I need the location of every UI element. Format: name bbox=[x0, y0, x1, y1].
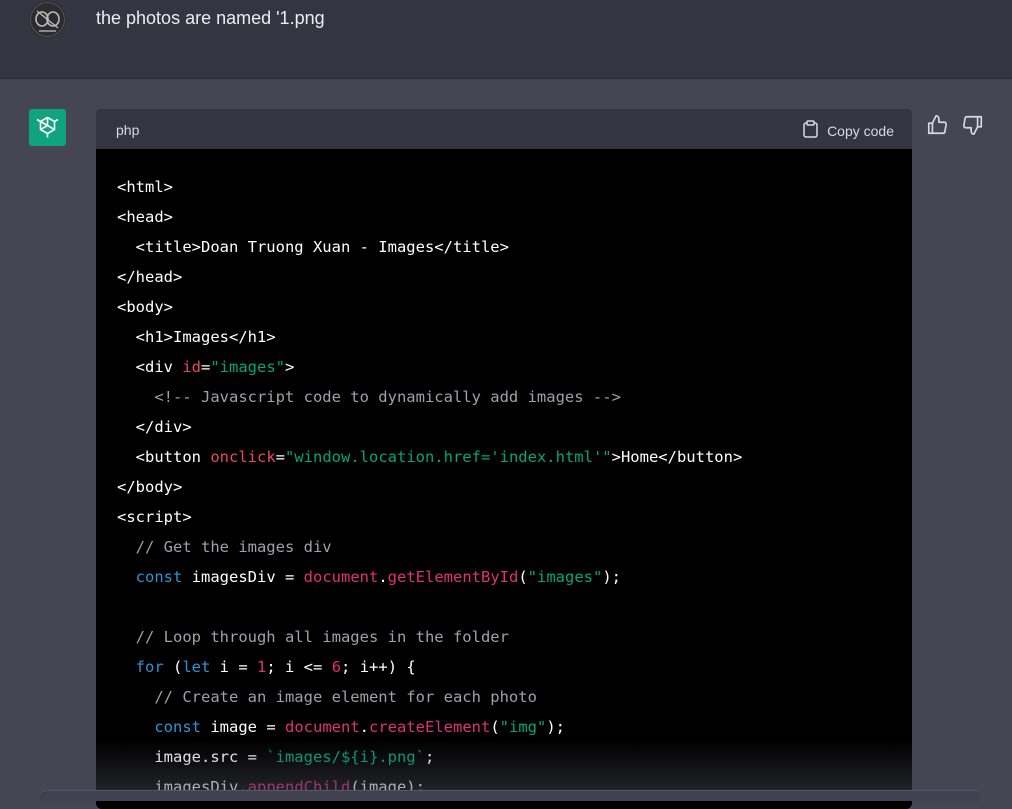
code-line: </head> bbox=[117, 262, 912, 292]
code-token: <head> bbox=[117, 208, 173, 226]
code-line: // Get the images div bbox=[117, 532, 912, 562]
code-line: image.src = `images/${i}.png`; bbox=[117, 742, 912, 772]
openai-logo-icon bbox=[29, 109, 66, 146]
code-token: ( bbox=[518, 568, 528, 586]
code-line: const image = document.createElement("im… bbox=[117, 712, 912, 742]
code-line: // Loop through all images in the folder bbox=[117, 622, 912, 652]
code-token: i = bbox=[210, 658, 258, 676]
code-token: = bbox=[201, 358, 211, 376]
code-token: <body> bbox=[117, 298, 173, 316]
code-token: id bbox=[182, 358, 201, 376]
code-token: image.src = bbox=[117, 748, 267, 766]
code-line: <h1>Images</h1> bbox=[117, 322, 912, 352]
user-message-text: the photos are named '1.png bbox=[96, 8, 325, 28]
code-line: for (let i = 1; i <= 6; i++) { bbox=[117, 652, 912, 682]
code-token: const bbox=[135, 568, 183, 586]
code-token: document bbox=[303, 568, 379, 586]
code-token: ; i++) { bbox=[341, 658, 416, 676]
code-line: <title>Doan Truong Xuan - Images</title> bbox=[117, 232, 912, 262]
code-token: <script> bbox=[117, 508, 192, 526]
code-token: imagesDiv = bbox=[182, 568, 304, 586]
code-token: ); bbox=[602, 568, 621, 586]
code-token: = bbox=[275, 448, 285, 466]
code-token: ; bbox=[424, 748, 435, 766]
code-line: <head> bbox=[117, 202, 912, 232]
code-token: 1 bbox=[257, 658, 267, 676]
code-token: // Loop through all images in the folder bbox=[117, 628, 509, 646]
code-header: php Copy code bbox=[96, 109, 912, 149]
code-token: . bbox=[359, 718, 369, 736]
message-input-edge[interactable] bbox=[40, 790, 980, 801]
code-line: <script> bbox=[117, 502, 912, 532]
code-token: 6 bbox=[331, 658, 342, 676]
code-token: ( bbox=[163, 658, 183, 676]
code-line: </div> bbox=[117, 412, 912, 442]
feedback-buttons bbox=[926, 114, 984, 136]
code-line: <body> bbox=[117, 292, 912, 322]
code-token: "window.location.href='index.html'" bbox=[285, 448, 612, 466]
code-line: <html> bbox=[117, 172, 912, 202]
code-line: <button onclick="window.location.href='i… bbox=[117, 442, 912, 472]
code-line: <div id="images"> bbox=[117, 352, 912, 382]
code-token: <h1>Images</h1> bbox=[117, 328, 276, 346]
code-block: php Copy code <html> <head> <title>Doan T… bbox=[96, 109, 912, 809]
code-token: . bbox=[378, 568, 388, 586]
copy-code-button[interactable]: Copy code bbox=[803, 120, 894, 141]
thumbs-down-icon[interactable] bbox=[962, 114, 984, 136]
user-message-row: the photos are named '1.png bbox=[0, 0, 1012, 79]
code-token: image = bbox=[201, 718, 285, 736]
code-token: "img" bbox=[499, 718, 547, 736]
clipboard-icon bbox=[803, 120, 818, 141]
code-token: </head> bbox=[117, 268, 183, 286]
code-line: // Create an image element for each phot… bbox=[117, 682, 912, 712]
code-token: for bbox=[135, 658, 164, 676]
code-token: let bbox=[182, 658, 211, 676]
thumbs-up-icon[interactable] bbox=[926, 114, 948, 136]
code-language-label: php bbox=[116, 122, 140, 138]
code-token: const bbox=[154, 718, 201, 736]
code-token: </div> bbox=[117, 418, 192, 436]
code-token: getElementById bbox=[387, 568, 519, 586]
code-token: <button bbox=[117, 448, 211, 466]
code-token: > bbox=[285, 358, 295, 376]
copy-code-label: Copy code bbox=[827, 122, 894, 139]
code-line: <!-- Javascript code to dynamically add … bbox=[117, 382, 912, 412]
code-line: </body> bbox=[117, 472, 912, 502]
code-token: // Create an image element for each phot… bbox=[117, 688, 537, 706]
code-token: `images/${i}.png` bbox=[266, 748, 425, 766]
code-token: <div bbox=[117, 358, 183, 376]
code-token: <!-- Javascript code to dynamically add … bbox=[117, 388, 621, 406]
code-token: "images" bbox=[210, 358, 285, 376]
code-token: onclick bbox=[210, 448, 276, 466]
code-token: "images" bbox=[527, 568, 603, 586]
code-token: </body> bbox=[117, 478, 183, 496]
code-token: <html> bbox=[117, 178, 173, 196]
code-token: ; i <= bbox=[266, 658, 332, 676]
user-avatar-icon bbox=[29, 1, 66, 38]
code-token: <title>Doan Truong Xuan - Images</title> bbox=[117, 238, 509, 256]
code-token: // Get the images div bbox=[117, 538, 332, 556]
code-token: ); bbox=[546, 718, 566, 736]
code-token: createElement bbox=[369, 718, 491, 736]
code-token: document bbox=[285, 718, 360, 736]
code-token: >Home</button> bbox=[611, 448, 743, 466]
code-line: const imagesDiv = document.getElementByI… bbox=[117, 562, 912, 592]
code-token: ( bbox=[490, 718, 500, 736]
code-content: <html> <head> <title>Doan Truong Xuan - I… bbox=[96, 149, 912, 809]
